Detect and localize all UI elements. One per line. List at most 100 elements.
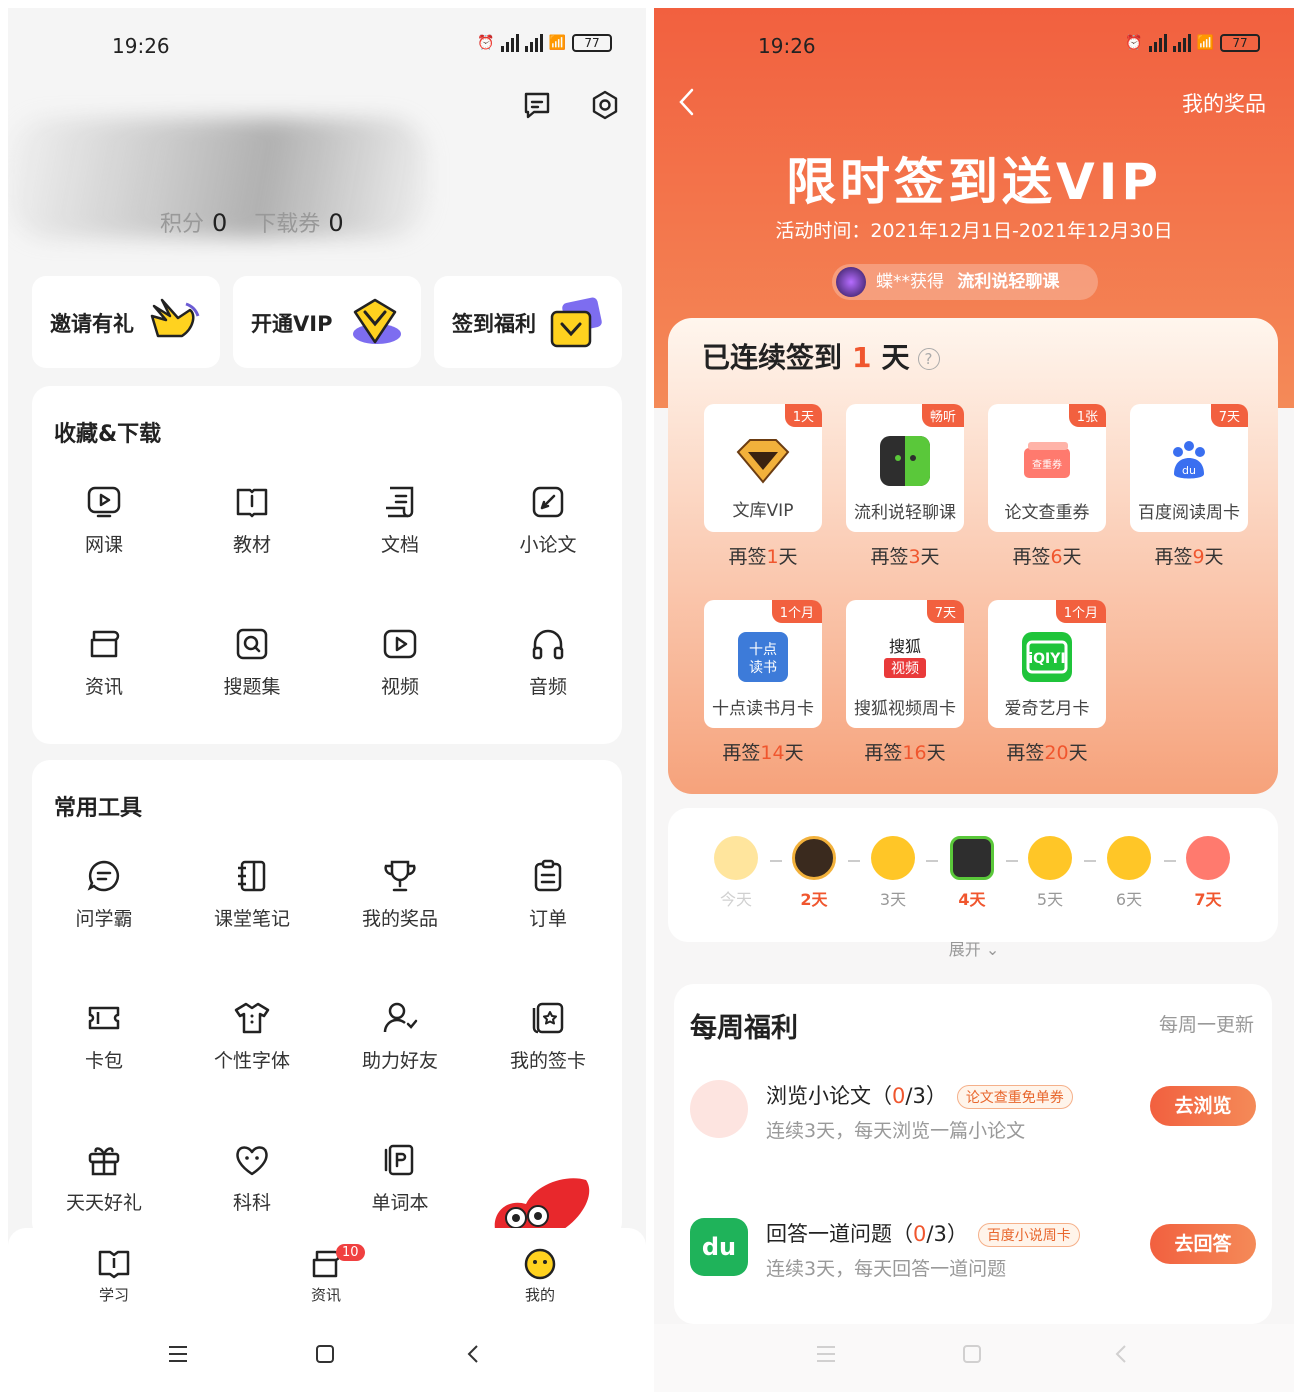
help-icon[interactable]: ? (917, 348, 940, 370)
prize-card[interactable]: 7天 du 百度阅读周卡 (1130, 404, 1248, 532)
checkin-screen: 19:26 ⏰ 📶 77 我的奖品 限时签到送VIP 活动时间：2021年12月… (654, 8, 1294, 1392)
winner-ticker: 蝶**获得 流利说轻聊课 (832, 264, 1098, 300)
grid-item-my-prizes[interactable]: 我的奖品 (330, 858, 470, 931)
gift-icon (88, 1147, 120, 1176)
card-icon (532, 1002, 564, 1034)
grid-item-video[interactable]: 视频 (330, 626, 470, 699)
home-icon[interactable] (313, 1342, 337, 1366)
news-icon (90, 630, 120, 658)
menu-icon[interactable] (814, 1342, 838, 1366)
tab-mine[interactable]: 我的 (500, 1248, 580, 1305)
smile-tab-icon (524, 1248, 556, 1280)
prize-card[interactable]: 1个月 十点 读书 十点读书月卡 (704, 600, 822, 728)
prize-card[interactable]: 1个月 iQIYI 爱奇艺月卡 (988, 600, 1106, 728)
grid-item-card-wallet[interactable]: 卡包 (34, 1000, 174, 1073)
grid-item-wordbook[interactable]: 单词本 (330, 1142, 470, 1215)
iqiyi-icon: iQIYI (1022, 632, 1072, 682)
svg-text:搜狐: 搜狐 (889, 637, 921, 656)
message-icon[interactable] (522, 90, 552, 120)
grid-item-short-paper[interactable]: 小论文 (478, 484, 618, 557)
section-title: 常用工具 (54, 796, 143, 821)
tab-news[interactable]: 10 资讯 (286, 1244, 366, 1305)
answer-button[interactable]: 去回答 (1150, 1224, 1256, 1264)
day-item[interactable]: 3天 (863, 836, 923, 910)
unread-badge: 10 (336, 1244, 365, 1261)
check-icon (1107, 836, 1151, 880)
wifi-icon: 📶 (548, 35, 566, 51)
open-vip-button[interactable]: 开通VIP (233, 276, 421, 368)
browse-button[interactable]: 去浏览 (1150, 1086, 1256, 1126)
grid-item-daily-gift[interactable]: 天天好礼 (34, 1142, 174, 1215)
checkin-welfare-button[interactable]: 签到福利 (434, 276, 622, 368)
signal-icon (500, 34, 519, 52)
reward-chip: 百度小说周卡 (977, 1223, 1080, 1247)
collect-download-card: 收藏&下载 网课 教材 文档 小论文 资讯 搜题集 视频 音频 (32, 386, 622, 744)
back-icon[interactable] (462, 1342, 486, 1366)
svg-text:du: du (1182, 464, 1196, 477)
grid-item-question-set[interactable]: 搜题集 (182, 626, 322, 699)
day-item[interactable]: 4天 (942, 836, 1002, 910)
search-icon (236, 628, 268, 660)
day-item[interactable]: 5天 (1020, 836, 1080, 910)
svg-text:视频: 视频 (891, 661, 919, 677)
menu-icon[interactable] (166, 1342, 190, 1366)
again-label: 再签20天 (1006, 742, 1088, 764)
check-icon (871, 836, 915, 880)
task-item: du 回答一道问题（0/3） 百度小说周卡 连续3天，每天回答一道问题 去回答 (690, 1218, 1256, 1318)
clipboard-icon (534, 859, 562, 892)
back-icon[interactable] (1110, 1342, 1134, 1366)
activity-period: 活动时间：2021年12月1日-2021年12月30日 (775, 220, 1173, 242)
grid-item-news[interactable]: 资讯 (34, 626, 174, 699)
user-icon (383, 1002, 418, 1033)
grid-item-help-friends[interactable]: 助力好友 (330, 1000, 470, 1073)
expand-toggle[interactable]: 展开 ⌄ (654, 936, 1294, 960)
battery-icon: 77 (1220, 34, 1260, 52)
prize-card[interactable]: 7天 搜狐 视频 搜狐视频周卡 (846, 600, 964, 728)
page-title: 限时签到送VIP (786, 153, 1162, 211)
book-tab-icon (98, 1250, 130, 1279)
pen-icon (532, 486, 564, 518)
vip-diamond-icon (353, 298, 401, 344)
chat-icon (87, 860, 120, 892)
grid-item-textbook[interactable]: 教材 (182, 484, 322, 557)
day-item[interactable]: 2天 (784, 836, 844, 910)
again-label: 再签1天 (728, 546, 798, 568)
day-item[interactable]: 7天 (1178, 836, 1238, 910)
day-item[interactable]: 6天 (1099, 836, 1159, 910)
coupon-icon (690, 1080, 748, 1138)
home-icon[interactable] (960, 1342, 984, 1366)
sohu-icon: 搜狐视频 (884, 637, 926, 678)
settings-icon[interactable] (590, 90, 620, 120)
grid-item-orders[interactable]: 订单 (478, 858, 618, 931)
back-arrow-icon[interactable] (676, 86, 698, 118)
my-prizes-link[interactable]: 我的奖品 (1182, 88, 1266, 118)
svg-text:十点: 十点 (749, 642, 777, 658)
status-bar: 19:26 ⏰ 📶 77 (654, 30, 1294, 60)
signal-icon (524, 34, 543, 52)
grid-item-document[interactable]: 文档 (330, 484, 470, 557)
status-time: 19:26 (758, 34, 816, 58)
notebook-icon (238, 860, 266, 892)
grid-item-my-sign-cards[interactable]: 我的签卡 (478, 1000, 618, 1073)
prize-card[interactable]: 畅听 流利说轻聊课 (846, 404, 964, 532)
avatar (836, 267, 866, 297)
prize-card[interactable]: 1张 查重券 论文查重券 (988, 404, 1106, 532)
again-label: 再签3天 (870, 546, 940, 568)
signal-icon (1148, 34, 1167, 52)
prize-card[interactable]: 1天 文库VIP (704, 404, 822, 532)
invite-button[interactable]: 邀请有礼 (32, 276, 220, 368)
grid-item-class-notes[interactable]: 课堂笔记 (182, 858, 322, 931)
system-nav-bar (654, 1324, 1294, 1392)
du-app-icon: du (690, 1218, 748, 1276)
check-icon (1028, 836, 1072, 880)
grid-item-ask-expert[interactable]: 问学霸 (34, 858, 174, 931)
tab-study[interactable]: 学习 (74, 1248, 154, 1305)
day-item[interactable]: 今天 (706, 836, 766, 910)
wifi-icon: 📶 (1196, 35, 1214, 51)
task-item: 浏览小论文（0/3） 论文查重免单券 连续3天，每天浏览一篇小论文 去浏览 (690, 1080, 1256, 1180)
grid-item-audio[interactable]: 音频 (478, 626, 618, 699)
grid-item-keke[interactable]: 科科 (182, 1142, 322, 1215)
grid-item-custom-font[interactable]: 个性字体 (182, 1000, 322, 1073)
check-icon (714, 836, 758, 880)
grid-item-online-course[interactable]: 网课 (34, 484, 174, 557)
